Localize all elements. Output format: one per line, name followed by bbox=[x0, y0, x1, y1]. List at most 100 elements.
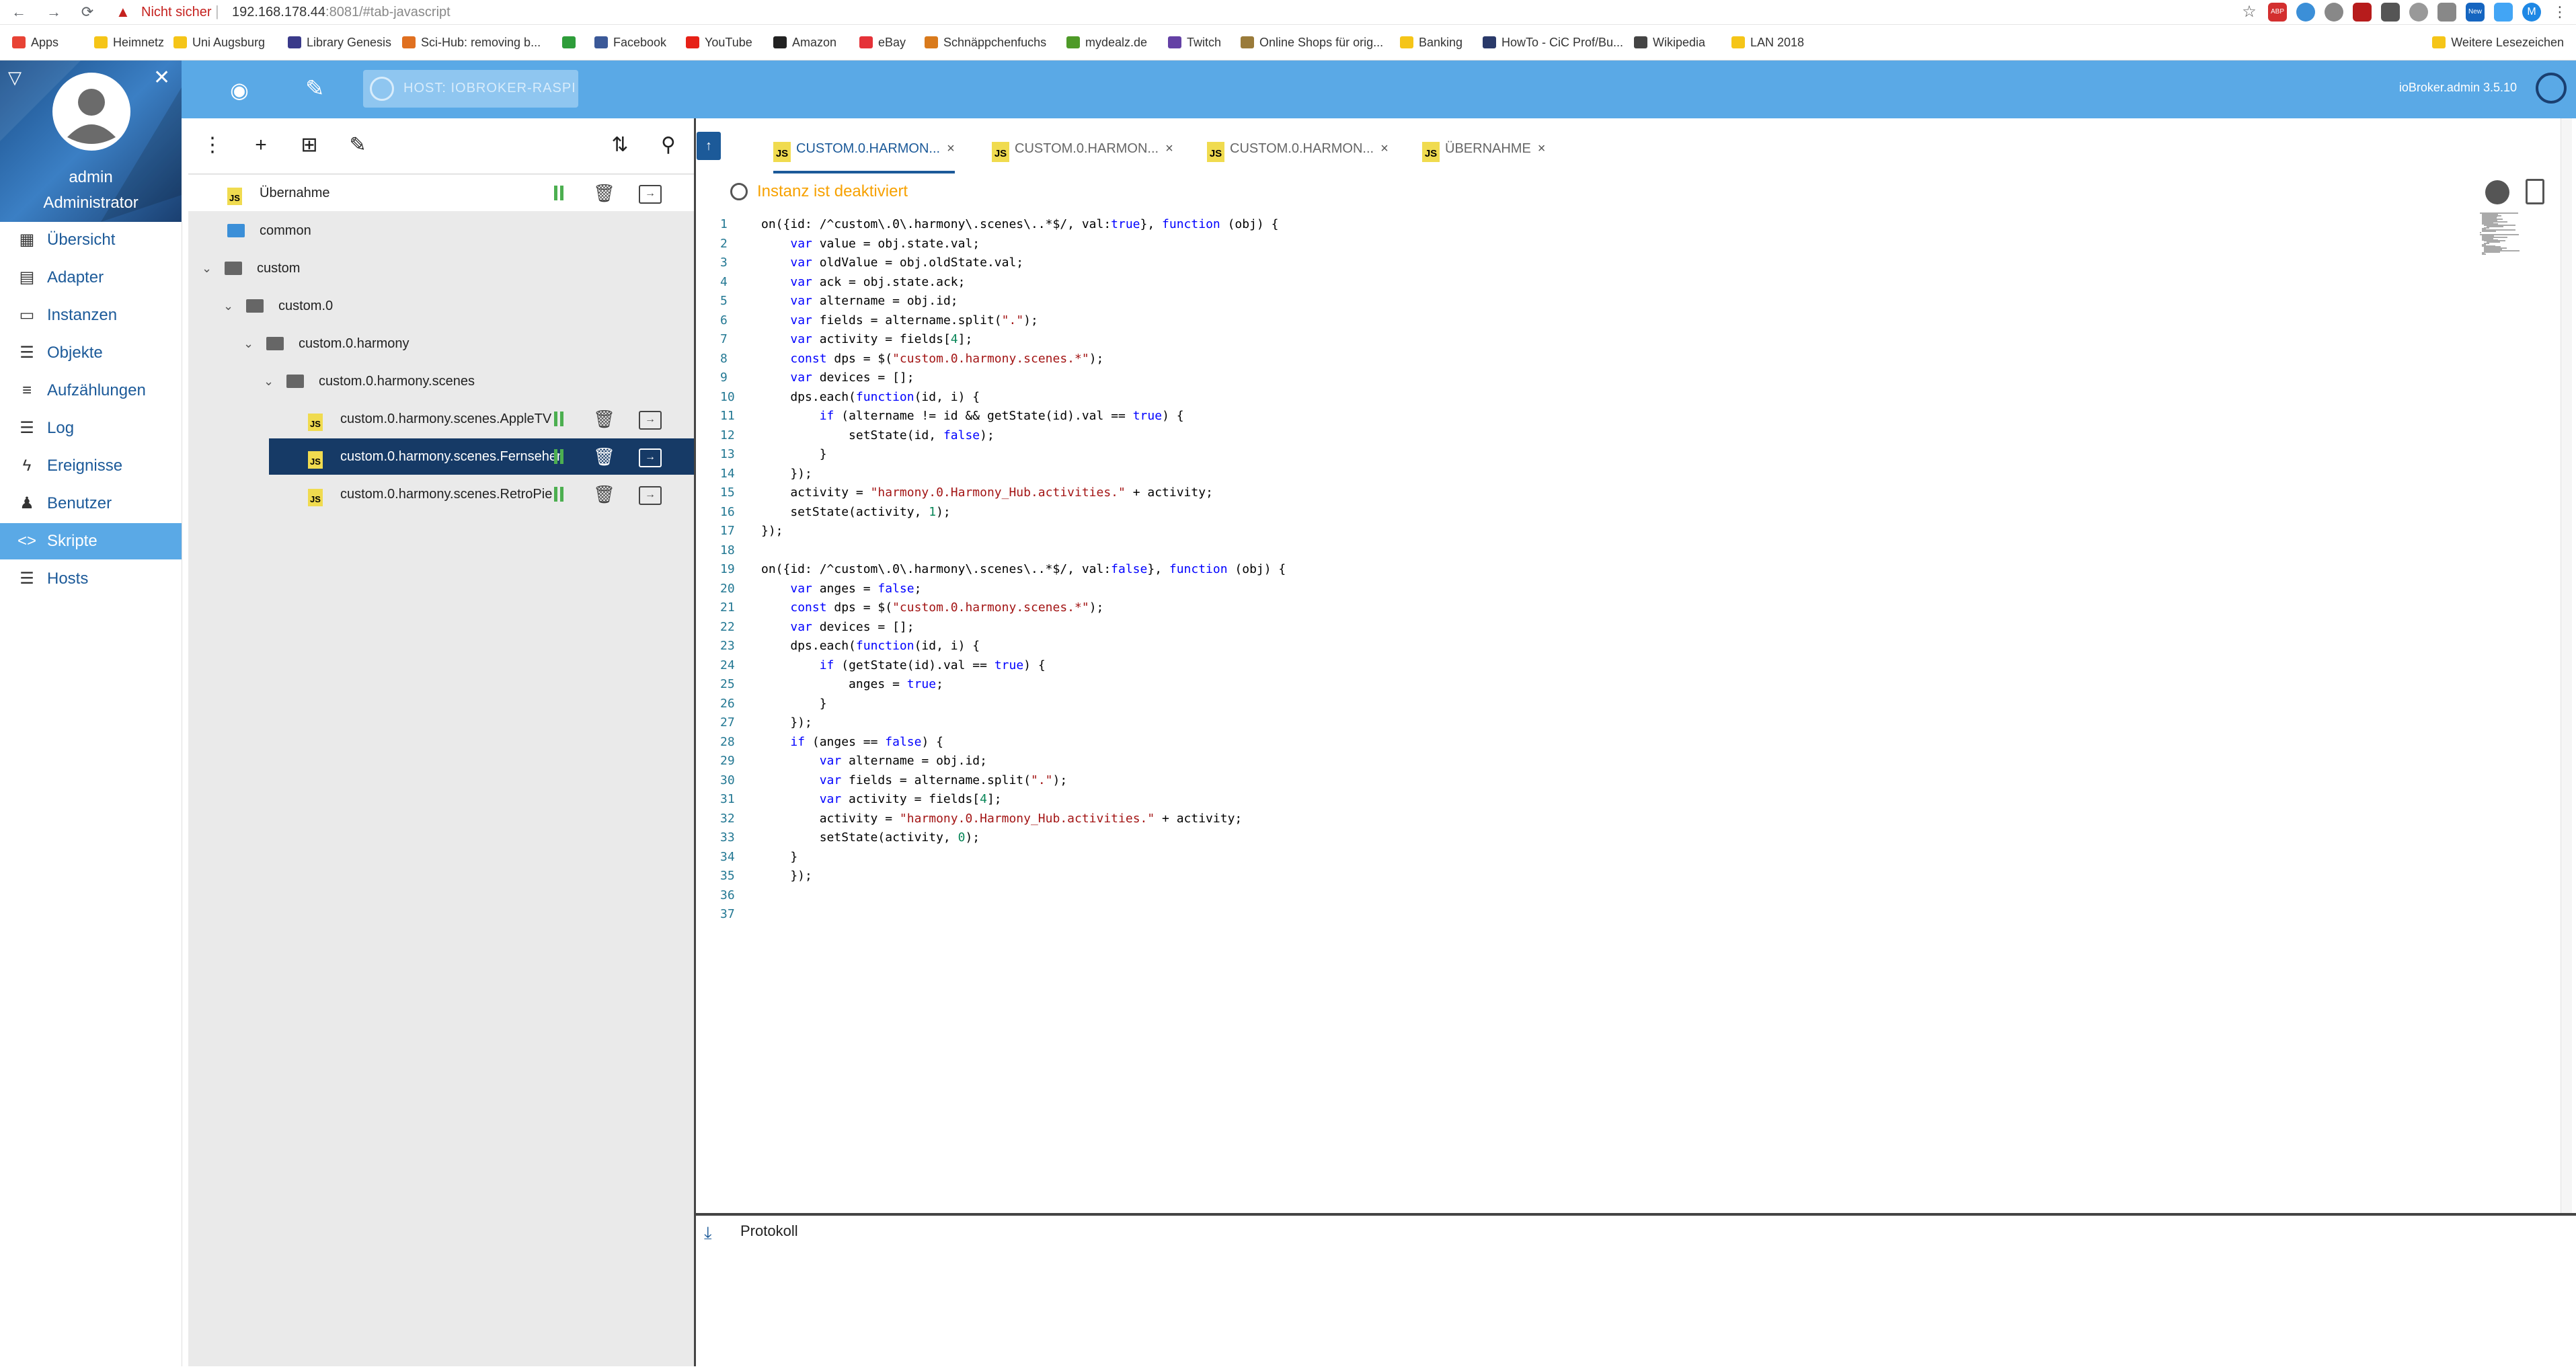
add-script-button[interactable]: + bbox=[246, 130, 276, 160]
bookmark-12[interactable]: Twitch bbox=[1168, 33, 1221, 52]
tree-script[interactable]: JS Übernahme 🗑 → bbox=[188, 175, 694, 211]
code-minimap[interactable] bbox=[2480, 212, 2534, 260]
code-line[interactable]: 3 var oldValue = obj.oldState.val; bbox=[696, 253, 2511, 273]
sidebar-item-7[interactable]: ♟ Benutzer bbox=[0, 485, 182, 522]
circle-extension-icon[interactable] bbox=[2325, 3, 2343, 22]
sidebar-item-2[interactable]: ▭ Instanzen bbox=[0, 297, 182, 334]
profile-avatar[interactable]: M bbox=[2522, 3, 2541, 22]
code-line[interactable]: 23 dps.each(function(id, i) { bbox=[696, 637, 2511, 656]
bookmark-7[interactable]: YouTube bbox=[686, 33, 752, 52]
sidebar-item-1[interactable]: ▤ Adapter bbox=[0, 260, 182, 296]
delete-icon[interactable]: 🗑 bbox=[593, 448, 615, 465]
new-extension[interactable]: New bbox=[2466, 3, 2485, 22]
code-line[interactable]: 16 setState(activity, 1); bbox=[696, 503, 2511, 522]
grid-extension-icon[interactable] bbox=[2437, 3, 2456, 22]
export-icon[interactable]: → bbox=[639, 448, 662, 467]
code-line[interactable]: 33 setState(activity, 0); bbox=[696, 828, 2511, 848]
tree-folder[interactable]: common bbox=[188, 212, 694, 249]
tree-folder[interactable]: ⌄ custom bbox=[188, 250, 694, 286]
code-line[interactable]: 19 on({id: /^custom\.0\.harmony\.scenes\.… bbox=[696, 560, 2511, 580]
tree-script[interactable]: JS custom.0.harmony.scenes.AppleTV 🗑 → bbox=[269, 401, 694, 437]
more-bookmarks[interactable]: Weitere Lesezeichen bbox=[2432, 33, 2564, 52]
tree-folder[interactable]: ⌄ custom.0.harmony bbox=[229, 325, 694, 362]
export-icon[interactable]: → bbox=[639, 411, 662, 430]
add-folder-button[interactable]: ⊞ bbox=[295, 130, 324, 160]
editor-tab-3[interactable]: JS ÜBERNAHME × bbox=[1422, 133, 1545, 171]
code-line[interactable]: 30 var fields = altername.split("."); bbox=[696, 771, 2511, 791]
tree-script[interactable]: JS custom.0.harmony.scenes.RetroPie 🗑 → bbox=[269, 476, 694, 512]
export-icon[interactable]: → bbox=[639, 185, 662, 204]
sidebar-item-8[interactable]: <> Skripte bbox=[0, 523, 182, 559]
eye-icon[interactable]: ◉ bbox=[230, 77, 257, 104]
pause-icon[interactable] bbox=[554, 449, 563, 464]
search-button[interactable]: ⚲ bbox=[654, 130, 683, 160]
power-status-icon[interactable] bbox=[2536, 73, 2567, 104]
delete-icon[interactable]: 🗑 bbox=[593, 410, 615, 428]
bookmark-15[interactable]: HowTo - CiC Prof/Bu... bbox=[1483, 33, 1623, 52]
delete-icon[interactable]: 🗑 bbox=[593, 184, 615, 202]
code-line[interactable]: 22 var devices = []; bbox=[696, 618, 2511, 637]
bookmark-3[interactable]: Library Genesis bbox=[288, 33, 391, 52]
code-line[interactable]: 12 setState(id, false); bbox=[696, 426, 2511, 446]
bookmark-13[interactable]: Online Shops für orig... bbox=[1241, 33, 1383, 52]
cloud-extension-icon[interactable] bbox=[2296, 3, 2315, 22]
pause-icon[interactable] bbox=[554, 412, 563, 426]
forward-button[interactable]: → bbox=[44, 3, 63, 22]
ghost-extension-icon[interactable] bbox=[2409, 3, 2428, 22]
bookmark-14[interactable]: Banking bbox=[1400, 33, 1462, 52]
adblock-extension[interactable]: ABP bbox=[2268, 3, 2287, 22]
wrench-icon[interactable]: ✎ bbox=[305, 75, 332, 102]
chevron-down-icon[interactable]: ⌄ bbox=[243, 325, 258, 362]
code-line[interactable]: 10 dps.each(function(id, i) { bbox=[696, 388, 2511, 407]
chevron-down-icon[interactable]: ⌄ bbox=[202, 250, 217, 286]
code-line[interactable]: 7 var activity = fields[4]; bbox=[696, 330, 2511, 350]
reload-button[interactable]: ⟳ bbox=[78, 3, 97, 22]
code-editor[interactable]: 1 on({id: /^custom\.0\.harmony\.scenes\..… bbox=[696, 211, 2576, 1213]
editor-tab-0[interactable]: JS CUSTOM.0.HARMON... × bbox=[773, 133, 955, 173]
url-field[interactable]: 192.168.178.44:8081/#tab-javascript bbox=[232, 4, 451, 20]
sidebar-item-6[interactable]: ϟ Ereignisse bbox=[0, 448, 182, 484]
close-tab-icon[interactable]: × bbox=[1380, 141, 1389, 156]
code-line[interactable]: 14 }); bbox=[696, 465, 2511, 484]
code-line[interactable]: 11 if (altername != id && getState(id).v… bbox=[696, 407, 2511, 426]
bookmark-16[interactable]: Wikipedia bbox=[1634, 33, 1705, 52]
delete-icon[interactable]: 🗑 bbox=[593, 485, 615, 503]
code-line[interactable]: 1 on({id: /^custom\.0\.harmony\.scenes\..… bbox=[696, 215, 2511, 235]
code-line[interactable]: 27 }); bbox=[696, 713, 2511, 733]
code-line[interactable]: 15 activity = "harmony.0.Harmony_Hub.act… bbox=[696, 483, 2511, 503]
clock-icon[interactable] bbox=[2485, 180, 2509, 204]
sidebar-item-9[interactable]: ☰ Hosts bbox=[0, 561, 182, 597]
edit-button[interactable]: ✎ bbox=[343, 130, 373, 160]
code-line[interactable]: 34 } bbox=[696, 848, 2511, 867]
code-line[interactable]: 35 }); bbox=[696, 867, 2511, 886]
bookmark-6[interactable]: Facebook bbox=[594, 33, 666, 52]
code-line[interactable]: 32 activity = "harmony.0.Harmony_Hub.act… bbox=[696, 810, 2511, 829]
host-button[interactable]: HOST: IOBROKER-RASPI bbox=[363, 70, 578, 108]
chevron-down-icon[interactable]: ⌄ bbox=[223, 288, 238, 324]
bookmark-0[interactable]: Apps bbox=[12, 33, 58, 52]
pause-icon[interactable] bbox=[554, 186, 563, 200]
code-line[interactable]: 25 anges = true; bbox=[696, 675, 2511, 695]
bookmark-4[interactable]: Sci-Hub: removing b... bbox=[402, 33, 541, 52]
code-line[interactable]: 37 bbox=[696, 905, 2511, 925]
not-secure-label[interactable]: Nicht sicher bbox=[141, 4, 211, 20]
bookmark-17[interactable]: LAN 2018 bbox=[1731, 33, 1804, 52]
code-line[interactable]: 6 var fields = altername.split("."); bbox=[696, 311, 2511, 331]
code-line[interactable]: 5 var altername = obj.id; bbox=[696, 292, 2511, 311]
square-extension-icon[interactable] bbox=[2494, 3, 2513, 22]
clipboard-icon[interactable] bbox=[2526, 179, 2544, 204]
pause-icon[interactable] bbox=[554, 487, 563, 502]
code-line[interactable]: 9 var devices = []; bbox=[696, 368, 2511, 388]
editor-tab-1[interactable]: JS CUSTOM.0.HARMON... × bbox=[992, 133, 1173, 171]
code-line[interactable]: 20 var anges = false; bbox=[696, 580, 2511, 599]
code-line[interactable]: 29 var altername = obj.id; bbox=[696, 752, 2511, 771]
bookmark-5[interactable] bbox=[562, 33, 581, 52]
editor-tab-2[interactable]: JS CUSTOM.0.HARMON... × bbox=[1207, 133, 1389, 171]
bookmark-9[interactable]: eBay bbox=[859, 33, 906, 52]
pdf-extension-icon[interactable] bbox=[2353, 3, 2372, 22]
code-line[interactable]: 36 bbox=[696, 886, 2511, 906]
bookmark-10[interactable]: Schnäppchenfuchs bbox=[925, 33, 1046, 52]
sidebar-item-0[interactable]: ▦ Übersicht bbox=[0, 222, 182, 258]
tree-script[interactable]: JS custom.0.harmony.scenes.Fernsehen 🗑 → bbox=[269, 438, 694, 475]
code-line[interactable]: 26 } bbox=[696, 695, 2511, 714]
